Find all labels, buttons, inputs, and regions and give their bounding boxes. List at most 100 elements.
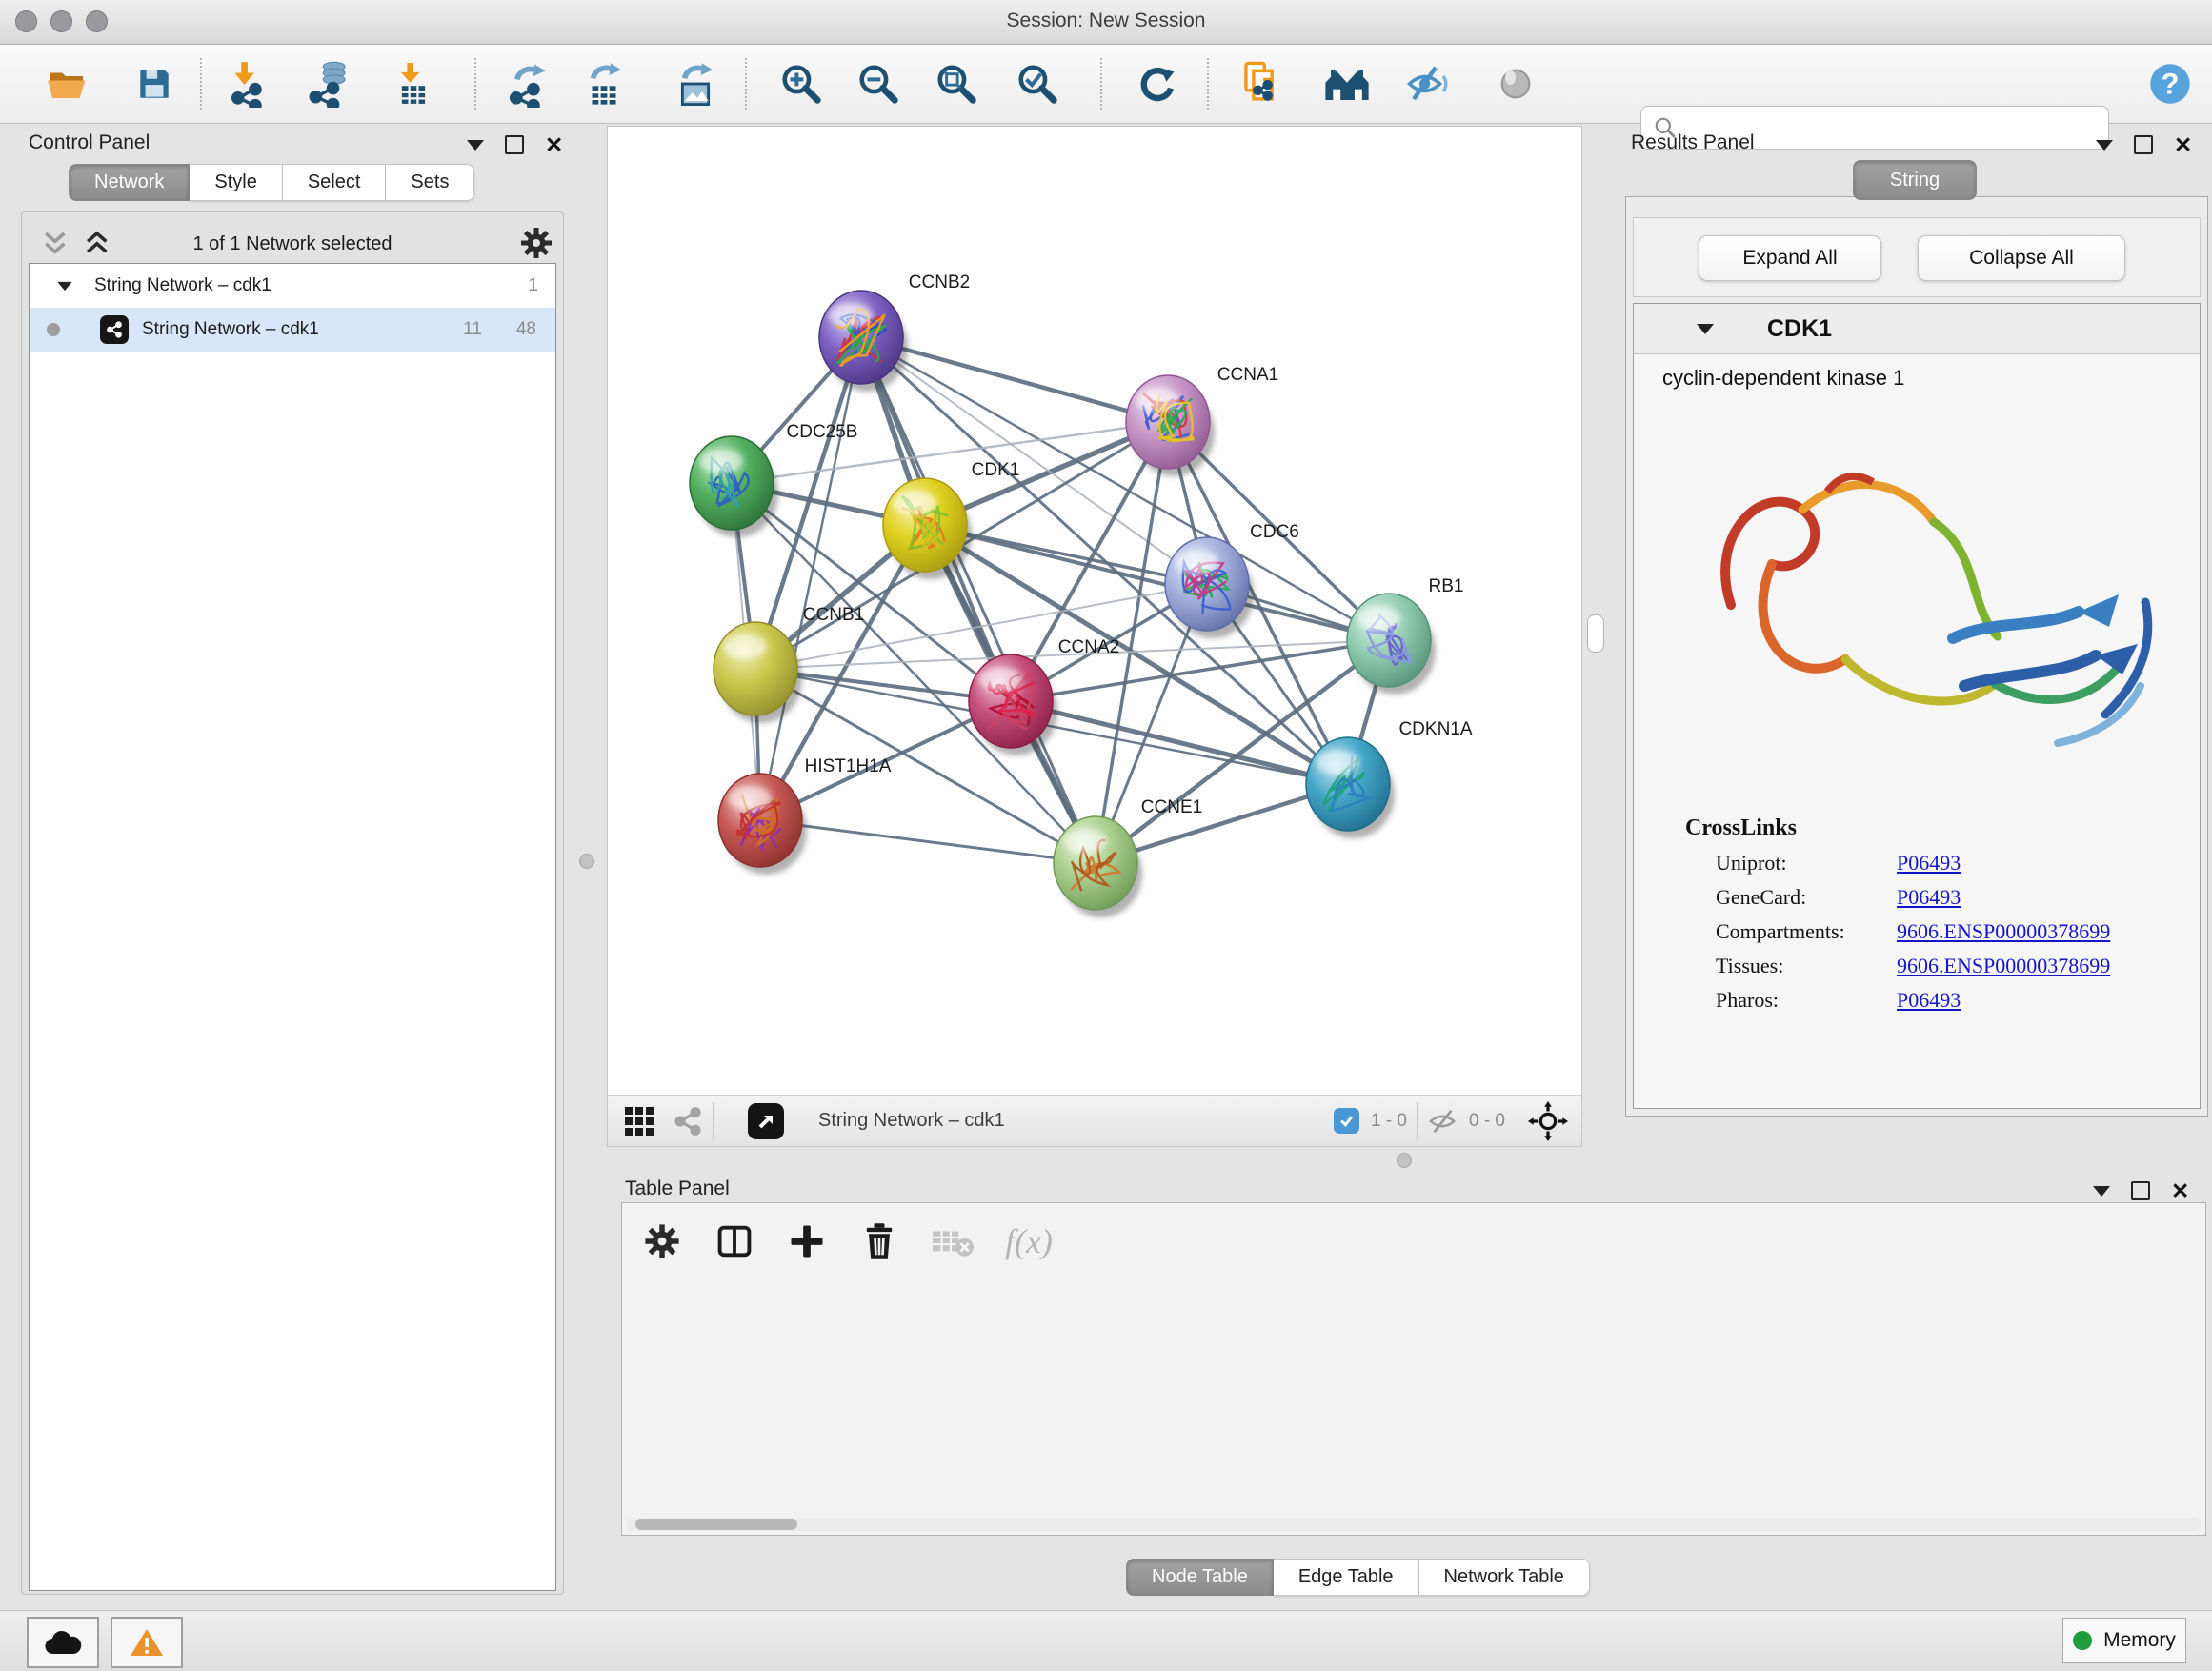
network-collection-row[interactable]: String Network – cdk1 1 bbox=[30, 264, 555, 308]
export-table-button[interactable] bbox=[576, 53, 632, 114]
expand-all-button[interactable]: Expand All bbox=[1699, 235, 1881, 281]
delete-column-trash-icon[interactable] bbox=[858, 1220, 900, 1262]
network-node-CDKN1A[interactable]: CDKN1A bbox=[1306, 719, 1473, 838]
network-node-HIST1H1A[interactable]: HIST1H1A bbox=[718, 756, 892, 875]
export-image-button[interactable] bbox=[668, 53, 723, 114]
panel-menu-icon[interactable] bbox=[467, 140, 484, 151]
zoom-selected-button[interactable] bbox=[1010, 53, 1065, 114]
show-columns-icon[interactable] bbox=[714, 1220, 755, 1262]
network-share-icon[interactable] bbox=[673, 1106, 703, 1137]
memory-label: Memory bbox=[2103, 1629, 2176, 1652]
table-options-gear-icon[interactable] bbox=[641, 1220, 683, 1262]
network-node-CCNE1[interactable]: CCNE1 bbox=[1054, 797, 1202, 917]
network-edges[interactable] bbox=[732, 337, 1389, 863]
clone-network-button[interactable] bbox=[1235, 53, 1290, 114]
tab-network[interactable]: Network bbox=[69, 164, 190, 201]
edge-CCNB2-HIST1H1A[interactable] bbox=[760, 337, 861, 820]
network-node-CDK1[interactable]: CDK1 bbox=[883, 460, 1019, 579]
export-network-button[interactable] bbox=[498, 53, 553, 114]
network-options-gear-icon[interactable] bbox=[517, 224, 555, 262]
function-builder-icon[interactable]: f(x) bbox=[1005, 1221, 1053, 1261]
crosslink-value-link[interactable]: 9606.ENSP00000378699 bbox=[1897, 954, 2110, 978]
hide-glass-effect-button[interactable] bbox=[1400, 53, 1456, 114]
crosslink-value-link[interactable]: P06493 bbox=[1897, 885, 1961, 910]
memory-button[interactable]: Memory bbox=[2062, 1618, 2186, 1663]
hidden-eye-slash-icon[interactable] bbox=[1427, 1107, 1459, 1136]
toolbar-separator bbox=[474, 58, 476, 110]
network-node-CCNB2[interactable]: CCNB2 bbox=[819, 272, 970, 392]
save-session-button[interactable] bbox=[127, 53, 182, 114]
string-home-button[interactable] bbox=[1319, 53, 1375, 114]
network-label: String Network – cdk1 bbox=[142, 319, 319, 340]
zoom-out-button[interactable] bbox=[851, 53, 906, 114]
network-row-selected[interactable]: String Network – cdk1 11 48 bbox=[30, 308, 555, 352]
tab-style[interactable]: Style bbox=[190, 164, 282, 201]
birds-eye-grid-icon[interactable] bbox=[623, 1105, 655, 1137]
title-bar: Session: New Session bbox=[0, 0, 2212, 45]
help-button[interactable]: ? bbox=[2142, 53, 2198, 114]
panel-menu-icon[interactable] bbox=[2096, 140, 2113, 151]
table-tabs: Node Table Edge Table Network Table bbox=[1126, 1559, 1590, 1596]
network-node-CCNA1[interactable]: CCNA1 bbox=[1126, 365, 1278, 476]
fit-content-crosshair-icon[interactable] bbox=[1528, 1101, 1568, 1141]
node-label: CDK1 bbox=[972, 460, 1020, 480]
hidden-ratio: 0 - 0 bbox=[1469, 1111, 1505, 1132]
network-node-CDC6[interactable]: CDC6 bbox=[1165, 522, 1299, 638]
panel-close-icon[interactable]: ✕ bbox=[2171, 1183, 2189, 1198]
horizontal-scrollbar-track[interactable] bbox=[626, 1518, 2202, 1531]
add-column-icon[interactable] bbox=[786, 1220, 828, 1262]
import-table-file-button[interactable] bbox=[386, 53, 441, 114]
clone-network-icon bbox=[1240, 60, 1284, 108]
panel-float-icon[interactable] bbox=[2131, 1181, 2150, 1200]
open-session-button[interactable] bbox=[40, 53, 95, 114]
entry-disclosure-icon[interactable] bbox=[1697, 324, 1714, 334]
horizontal-scrollbar-thumb[interactable] bbox=[635, 1519, 797, 1530]
show-glass-effect-button[interactable] bbox=[1488, 53, 1543, 114]
control-panel-tabs: Network Style Select Sets bbox=[69, 164, 474, 201]
import-network-database-button[interactable] bbox=[301, 53, 356, 114]
crosslink-value-link[interactable]: P06493 bbox=[1897, 851, 1961, 876]
warnings-button[interactable] bbox=[111, 1617, 183, 1668]
cloud-status-button[interactable] bbox=[27, 1617, 99, 1668]
open-in-window-icon[interactable] bbox=[748, 1103, 784, 1139]
delete-table-icon[interactable] bbox=[931, 1222, 975, 1260]
left-splitter-handle[interactable] bbox=[579, 854, 594, 869]
panel-menu-icon[interactable] bbox=[2093, 1186, 2110, 1197]
selected-checkbox-icon[interactable] bbox=[1334, 1108, 1359, 1134]
crosslink-value-link[interactable]: P06493 bbox=[1897, 988, 1961, 1013]
tree-disclosure-icon[interactable] bbox=[57, 281, 71, 290]
houses-icon bbox=[1322, 63, 1372, 105]
tab-sets[interactable]: Sets bbox=[386, 164, 474, 201]
crosslink-label: Tissues: bbox=[1716, 954, 1897, 978]
network-graph[interactable]: CCNB2CCNA1CDC25BCDK1CDC6RB1CCNB1CCNA2CDK… bbox=[608, 127, 1581, 1096]
tab-select[interactable]: Select bbox=[283, 164, 387, 201]
toolbar-separator bbox=[1207, 58, 1209, 110]
panel-close-icon[interactable]: ✕ bbox=[2174, 137, 2192, 152]
bottom-splitter-handle[interactable] bbox=[1397, 1153, 1412, 1168]
zoom-fit-button[interactable] bbox=[929, 53, 984, 114]
entry-header[interactable]: CDK1 bbox=[1634, 304, 2200, 354]
tab-edge-table[interactable]: Edge Table bbox=[1274, 1559, 1419, 1596]
network-node-RB1[interactable]: RB1 bbox=[1347, 576, 1463, 695]
panel-float-icon[interactable] bbox=[505, 135, 524, 154]
panel-float-icon[interactable] bbox=[2134, 135, 2153, 154]
edge-CCNE1-HIST1H1A[interactable] bbox=[760, 820, 1096, 863]
tab-network-table[interactable]: Network Table bbox=[1419, 1559, 1590, 1596]
refresh-view-button[interactable] bbox=[1129, 53, 1184, 114]
export-network-icon bbox=[504, 60, 548, 108]
right-splitter-handle[interactable] bbox=[1587, 614, 1604, 653]
results-panel-header-controls: ✕ bbox=[2096, 135, 2192, 154]
edge-CCNB2-CCNE1[interactable] bbox=[861, 337, 1096, 863]
tab-string[interactable]: String bbox=[1853, 160, 1977, 200]
selected-ratio: 1 - 0 bbox=[1371, 1111, 1407, 1132]
import-network-file-icon bbox=[226, 60, 270, 108]
panel-close-icon[interactable]: ✕ bbox=[545, 137, 563, 152]
tab-node-table[interactable]: Node Table bbox=[1126, 1559, 1274, 1596]
import-network-file-button[interactable] bbox=[220, 53, 275, 114]
node-label: CCNB2 bbox=[909, 272, 970, 292]
collapse-all-button[interactable]: Collapse All bbox=[1918, 235, 2125, 281]
crosslinks-heading: CrossLinks bbox=[1685, 815, 2200, 841]
network-canvas[interactable]: CCNB2CCNA1CDC25BCDK1CDC6RB1CCNB1CCNA2CDK… bbox=[607, 126, 1582, 1097]
zoom-in-button[interactable] bbox=[774, 53, 829, 114]
crosslink-value-link[interactable]: 9606.ENSP00000378699 bbox=[1897, 919, 2110, 944]
